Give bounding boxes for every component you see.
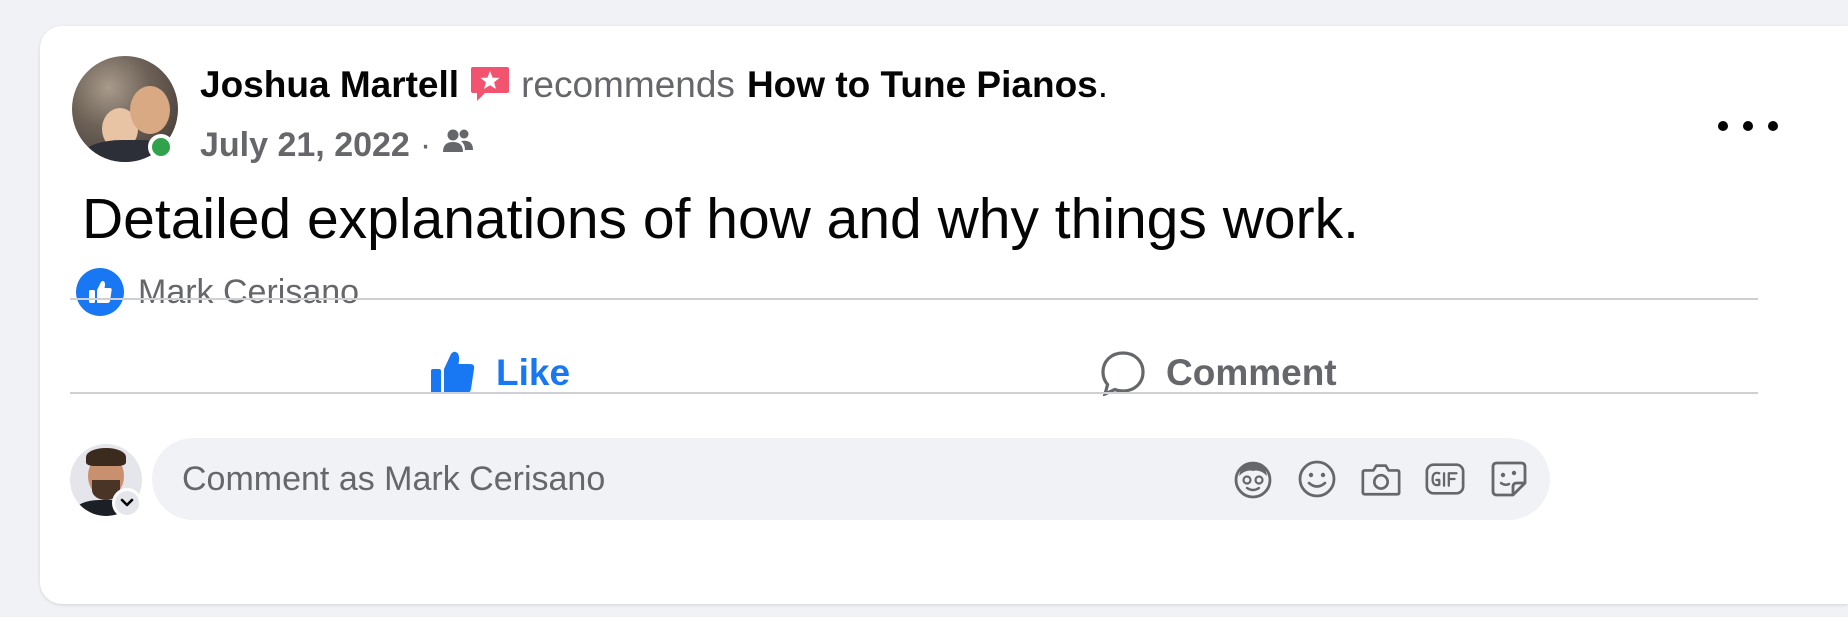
post-card: Joshua Martell recommends How to Tune Pi… xyxy=(40,26,1848,604)
thumbs-up-icon xyxy=(431,351,475,394)
online-status-indicator xyxy=(148,134,174,160)
camera-icon[interactable] xyxy=(1360,456,1402,502)
reactions-summary[interactable]: Mark Cerisano xyxy=(76,268,359,316)
author-name[interactable]: Joshua Martell xyxy=(200,64,459,106)
friends-icon[interactable] xyxy=(441,126,475,165)
emoji-icon[interactable] xyxy=(1296,456,1338,502)
comment-button[interactable]: Comment xyxy=(1100,328,1337,418)
comment-tools xyxy=(1232,456,1530,502)
comment-icon xyxy=(1101,351,1145,396)
gif-icon[interactable] xyxy=(1424,456,1466,502)
post-meta: July 21, 2022 · xyxy=(200,126,475,165)
comment-composer xyxy=(152,438,1550,520)
post-header: Joshua Martell recommends How to Tune Pi… xyxy=(200,64,1108,106)
post-date[interactable]: July 21, 2022 xyxy=(200,126,410,165)
reaction-names: Mark Cerisano xyxy=(138,272,360,311)
divider xyxy=(70,298,1758,300)
recommendation-badge-icon xyxy=(469,65,511,105)
page-suffix: . xyxy=(1097,64,1109,105)
comment-input[interactable] xyxy=(180,458,1084,500)
avatar-sticker-icon[interactable] xyxy=(1232,456,1274,502)
page-name-link[interactable]: How to Tune Pianos xyxy=(747,64,1098,106)
recommends-text: recommends xyxy=(521,64,735,105)
divider xyxy=(70,392,1758,394)
dot xyxy=(1768,121,1778,131)
chevron-down-icon[interactable] xyxy=(112,488,142,518)
more-options-button[interactable] xyxy=(1718,106,1778,146)
like-label: Like xyxy=(496,352,571,393)
sticker-icon[interactable] xyxy=(1488,456,1530,502)
meta-separator: · xyxy=(419,126,432,164)
dot xyxy=(1743,121,1753,131)
like-icon xyxy=(76,268,124,316)
post-text: Detailed explanations of how and why thi… xyxy=(82,187,1359,251)
like-button[interactable]: Like xyxy=(430,328,570,418)
dot xyxy=(1718,121,1728,131)
comment-label: Comment xyxy=(1166,352,1337,393)
